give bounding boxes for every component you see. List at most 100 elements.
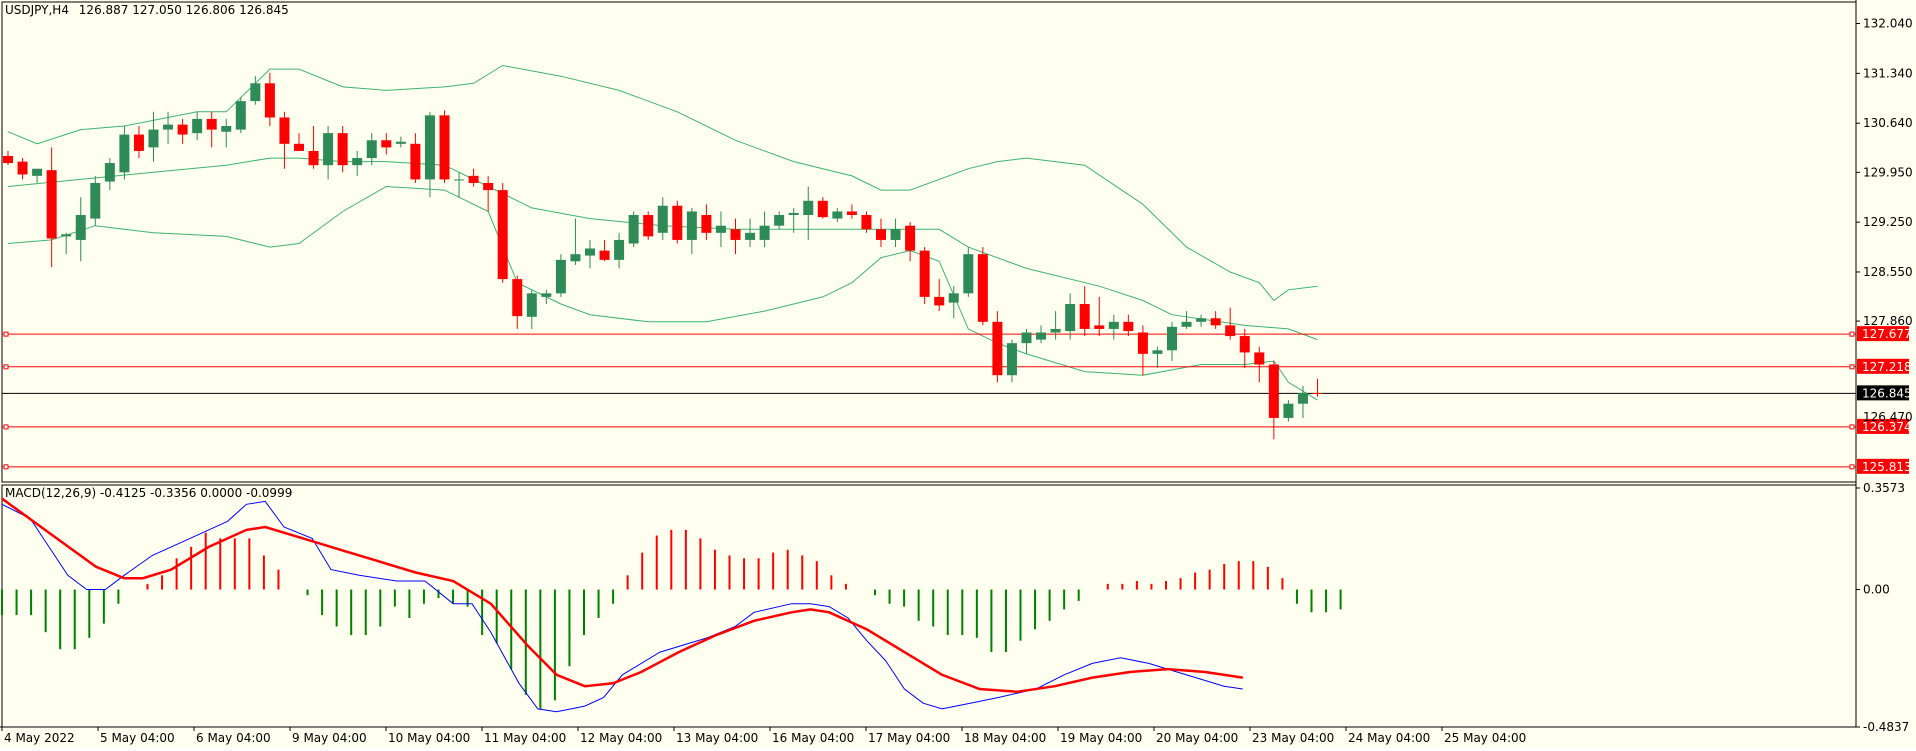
- candle-bull: [585, 248, 595, 256]
- candle-bear: [410, 143, 421, 180]
- bollinger-middle-band: [7, 157, 1318, 341]
- level-anchor-left: [3, 424, 9, 430]
- candle-bull: [788, 212, 799, 216]
- time-tick-label: 20 May 04:00: [1156, 731, 1238, 745]
- candle-bear: [133, 134, 144, 151]
- candle-bull: [614, 239, 625, 260]
- macd-tick-label: -0.4837: [1863, 720, 1909, 734]
- candle-bull: [75, 215, 86, 240]
- time-tick-label: 9 May 04:00: [292, 731, 367, 745]
- candle-bull: [366, 140, 377, 159]
- ohlc-values: 126.887 127.050 126.806 126.845: [78, 3, 289, 17]
- candle-bull: [628, 215, 639, 244]
- candle-bear: [264, 83, 275, 118]
- candle-bear: [483, 182, 494, 191]
- candle-bull: [323, 133, 334, 166]
- candle-bull: [1196, 318, 1207, 322]
- chart-window[interactable]: 127.677 127.218 126.374 125.813 126.845 132.0…: [0, 0, 1916, 747]
- level-price-label: 127.218: [1862, 360, 1912, 374]
- candle-bull: [526, 293, 537, 317]
- candle-bull: [163, 124, 174, 130]
- candle-bull: [250, 83, 261, 102]
- candle-bear: [599, 250, 610, 260]
- level-anchor-left: [3, 364, 9, 370]
- candle-bear: [1254, 352, 1265, 365]
- candle-bull: [832, 211, 843, 219]
- level-anchor-left: [3, 464, 9, 470]
- candle-bear: [3, 155, 13, 164]
- price-tick-label: 132.040: [1863, 17, 1913, 31]
- level-anchor-right: [1849, 364, 1855, 370]
- time-tick-label: 4 May 2022: [4, 731, 75, 745]
- time-tick-label: 6 May 04:00: [196, 731, 271, 745]
- candle-bear: [730, 229, 741, 240]
- candle-bull: [570, 254, 581, 262]
- candle-bear: [497, 190, 508, 280]
- price-tick-label: 129.950: [1863, 165, 1913, 179]
- candle-bear: [1239, 336, 1250, 353]
- candle-bull: [1167, 326, 1177, 351]
- candle-bear: [934, 296, 945, 306]
- candle-bull: [657, 205, 668, 233]
- candle-bear: [1268, 364, 1279, 418]
- candle-bear: [846, 211, 857, 216]
- level-anchor-right: [1849, 464, 1855, 470]
- candle-bear: [1312, 393, 1323, 395]
- candle-bull: [541, 293, 552, 297]
- level-anchor-right: [1849, 424, 1855, 430]
- price-tick-label: 127.860: [1863, 314, 1913, 328]
- candle-bear: [701, 215, 712, 233]
- candle-bull: [235, 101, 246, 130]
- candle-bear: [905, 225, 916, 251]
- candle-bull: [963, 254, 974, 294]
- candle-bear: [337, 133, 348, 166]
- candle-bull: [454, 179, 465, 181]
- candle-bear: [1137, 332, 1148, 354]
- candle-bear: [177, 124, 188, 135]
- chart-canvas[interactable]: 127.677127.218126.374125.813126.845132.0…: [0, 0, 1916, 747]
- time-tick-label: 12 May 04:00: [580, 731, 662, 745]
- candle-bear: [206, 118, 217, 130]
- bollinger-upper-band: [7, 64, 1318, 302]
- candle-bull: [890, 229, 901, 240]
- candle-bull: [1036, 332, 1047, 340]
- candle-bull: [555, 259, 566, 294]
- time-tick-label: 19 May 04:00: [1060, 731, 1142, 745]
- time-tick-label: 18 May 04:00: [964, 731, 1046, 745]
- level-anchor-left: [3, 331, 9, 337]
- candle-bear: [512, 279, 523, 317]
- candle-bull: [424, 115, 435, 180]
- candle-bull: [1006, 343, 1017, 376]
- macd-tick-label: 0.00: [1863, 583, 1890, 597]
- level-price-label: 125.813: [1862, 460, 1912, 474]
- time-tick-label: 16 May 04:00: [772, 731, 854, 745]
- price-tick-label: 130.640: [1863, 116, 1913, 130]
- candle-bear: [17, 161, 28, 175]
- time-tick-label: 5 May 04:00: [100, 731, 175, 745]
- candle-bull: [1297, 393, 1308, 404]
- price-tick-label: 128.550: [1863, 265, 1913, 279]
- candle-bear: [1123, 321, 1134, 332]
- candle-bear: [817, 200, 828, 218]
- current-price-label: 126.845: [1862, 386, 1912, 400]
- candle-bull: [104, 163, 115, 182]
- candle-bear: [468, 175, 479, 183]
- candle-bull: [90, 182, 101, 219]
- candle-bear: [1079, 304, 1090, 329]
- candle-bull: [395, 141, 406, 144]
- candle-bear: [1225, 325, 1236, 337]
- time-tick-label: 24 May 04:00: [1348, 731, 1430, 745]
- candle-bear: [672, 205, 683, 240]
- candle-bull: [192, 118, 203, 134]
- candle-bull: [759, 225, 770, 240]
- macd-indicator-label: MACD(12,26,9) -0.4125 -0.3356 0.0000 -0.…: [5, 486, 293, 500]
- candle-bull: [119, 134, 130, 173]
- time-tick-label: 13 May 04:00: [676, 731, 758, 745]
- candle-bear: [279, 117, 290, 144]
- candle-bear: [46, 170, 57, 239]
- candle-bear: [294, 143, 304, 151]
- candle-bull: [1065, 304, 1076, 332]
- candle-bear: [977, 254, 988, 322]
- price-panel-frame: [1, 1, 1857, 483]
- candle-bull: [352, 158, 363, 166]
